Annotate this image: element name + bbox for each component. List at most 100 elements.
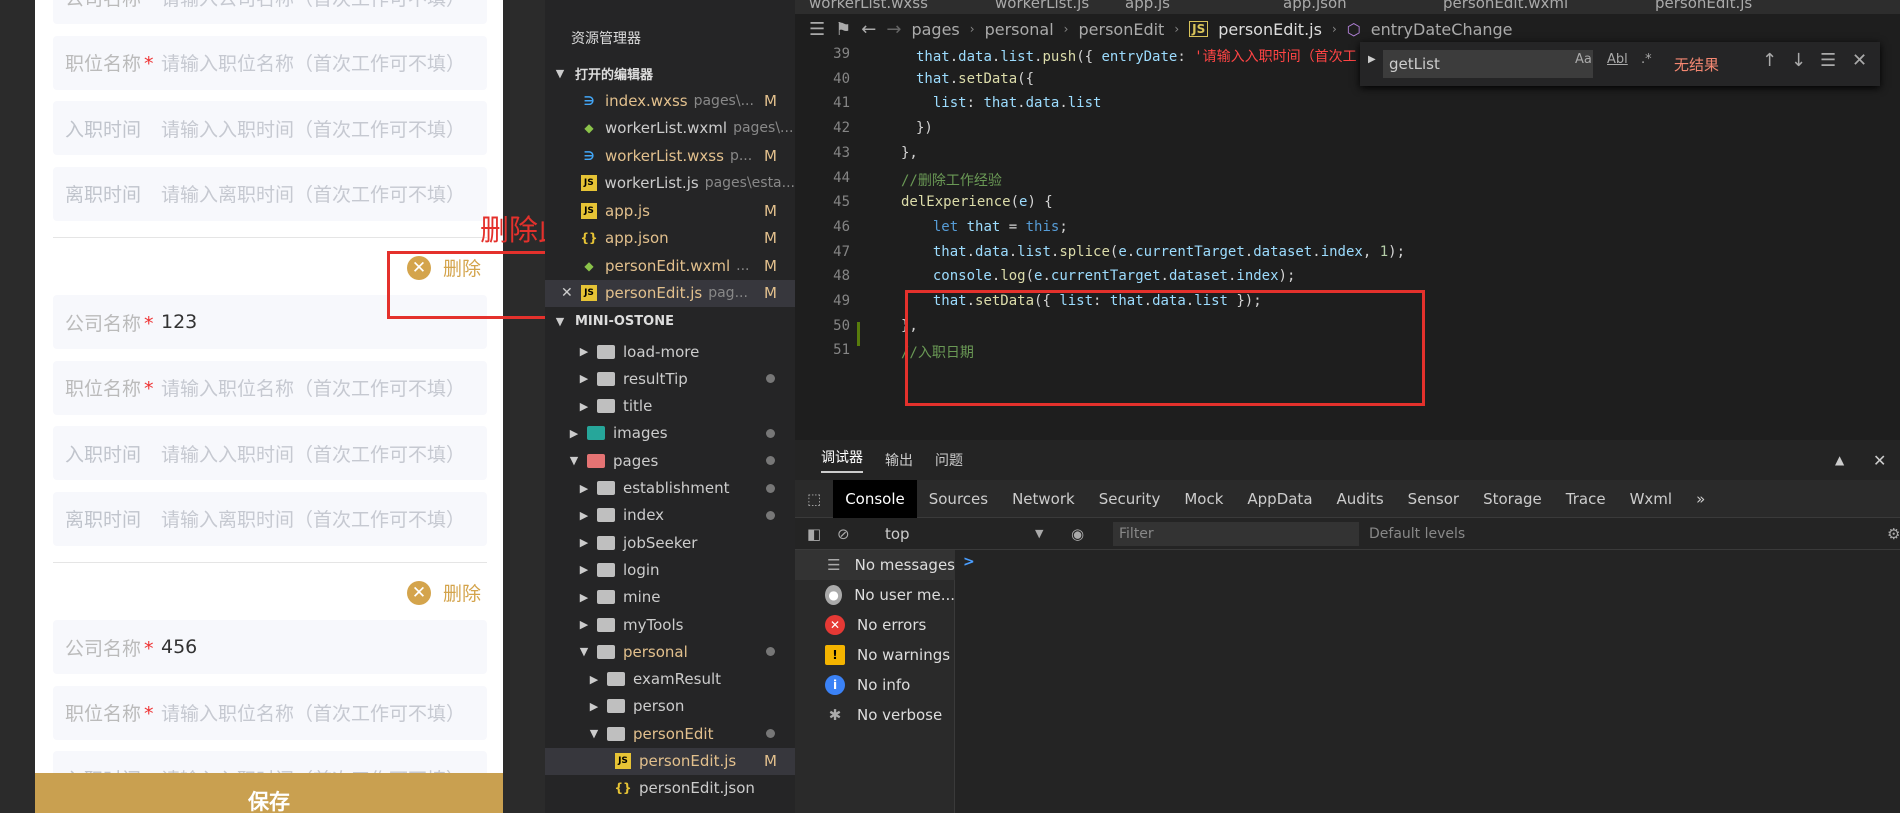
form-row[interactable]: 入职时间请输入入职时间（首次工作可不填） bbox=[53, 426, 487, 480]
next-match-icon[interactable]: ↓ bbox=[1791, 50, 1806, 71]
tab-output[interactable]: 输出 bbox=[885, 450, 913, 470]
chevron-icon[interactable]: ▶ bbox=[587, 700, 601, 713]
panel-tab-console[interactable]: Console bbox=[833, 479, 917, 518]
chevron-icon[interactable]: ▶ bbox=[587, 673, 601, 686]
code-line[interactable]: list: that.data.list bbox=[916, 95, 1102, 111]
previous-match-icon[interactable]: ↑ bbox=[1762, 50, 1777, 71]
field-input[interactable]: 请输入离职时间（首次工作可不填） bbox=[161, 505, 465, 532]
editor-tab[interactable]: personEdit.wxml bbox=[1443, 0, 1568, 12]
field-input[interactable]: 456 bbox=[161, 636, 197, 658]
form-row[interactable]: 离职时间 请输入离职时间（首次工作可不填） bbox=[53, 166, 487, 221]
panel-tab-appdata[interactable]: AppData bbox=[1235, 480, 1324, 518]
form-row[interactable]: 职位名称 * 请输入职位名称（首次工作可不填） bbox=[53, 35, 487, 90]
panel-tab-mock[interactable]: Mock bbox=[1172, 480, 1235, 518]
tree-item[interactable]: JS personEdit.js M bbox=[545, 747, 795, 775]
panel-tab-network[interactable]: Network bbox=[1000, 480, 1087, 518]
code-line[interactable]: }) bbox=[916, 120, 933, 136]
console-prompt[interactable]: > bbox=[963, 554, 975, 570]
chevron-icon[interactable]: ▶ bbox=[577, 591, 591, 604]
panel-tab-storage[interactable]: Storage bbox=[1471, 480, 1554, 518]
tree-item[interactable]: ▶ myTools bbox=[545, 611, 795, 638]
levels-select[interactable]: Default levels bbox=[1369, 526, 1465, 542]
form-row[interactable]: 公司名称 * 456 bbox=[53, 620, 487, 674]
expand-replace-icon[interactable]: ▶ bbox=[1368, 54, 1376, 65]
editor-tab[interactable]: personEdit.js bbox=[1655, 0, 1752, 12]
tree-item[interactable]: ▼ pages bbox=[545, 447, 795, 474]
more-tabs-icon[interactable]: » bbox=[1684, 480, 1717, 518]
panel-tab-security[interactable]: Security bbox=[1087, 480, 1173, 518]
field-input[interactable]: 请输入入职时间（首次工作可不填） bbox=[161, 115, 465, 142]
code-line[interactable]: that.data.list.push({ entryDate: '请输入入职时… bbox=[916, 46, 1357, 66]
tree-item[interactable]: {} personEdit.json bbox=[545, 775, 795, 802]
back-icon[interactable]: ← bbox=[861, 19, 876, 40]
panel-tab-trace[interactable]: Trace bbox=[1554, 480, 1618, 518]
form-row[interactable]: 职位名称 * 请输入职位名称（首次工作可不填） bbox=[53, 360, 487, 415]
chevron-icon[interactable]: ▶ bbox=[577, 345, 591, 358]
inspect-icon[interactable]: ⬚ bbox=[795, 480, 833, 518]
code-line[interactable]: }, bbox=[901, 145, 918, 161]
context-select[interactable]: top bbox=[885, 525, 910, 543]
field-input[interactable]: 请输入入职时间（首次工作可不填） bbox=[161, 440, 465, 467]
clear-console-icon[interactable]: ⊘ bbox=[837, 525, 850, 543]
field-input[interactable]: 请输入职位名称（首次工作可不填） bbox=[161, 49, 465, 76]
chevron-icon[interactable]: ▶ bbox=[577, 400, 591, 413]
filter-input[interactable]: Filter bbox=[1113, 522, 1359, 546]
console-filter-item[interactable]: ✕ No errors bbox=[795, 610, 955, 640]
maximize-icon[interactable]: ▲ bbox=[1835, 453, 1844, 467]
code-line[interactable]: console.log(e.currentTarget.dataset.inde… bbox=[916, 268, 1296, 284]
panel-tab-audits[interactable]: Audits bbox=[1325, 480, 1396, 518]
chevron-icon[interactable]: ▶ bbox=[567, 427, 581, 440]
open-editor-item[interactable]: ✕ JS personEdit.js pag... M bbox=[545, 279, 795, 307]
whole-word-toggle[interactable]: Abl bbox=[1607, 52, 1628, 67]
tree-item[interactable]: ▶ resultTip bbox=[545, 365, 795, 392]
console-filter-item[interactable]: ! No warnings bbox=[795, 640, 955, 670]
chevron-icon[interactable]: ▶ bbox=[577, 563, 591, 576]
chevron-icon[interactable]: ▼ bbox=[567, 454, 581, 467]
chevron-down-icon[interactable]: ▼ bbox=[1035, 527, 1043, 540]
editor-tab[interactable]: workerList.js bbox=[995, 0, 1089, 12]
tree-item[interactable]: ▶ login bbox=[545, 556, 795, 583]
eye-icon[interactable]: ◉ bbox=[1071, 525, 1084, 543]
tree-item[interactable]: ▼ personal bbox=[545, 638, 795, 665]
panel-tab-sources[interactable]: Sources bbox=[917, 480, 1000, 518]
panel-tab-wxml[interactable]: Wxml bbox=[1618, 480, 1685, 518]
form-row[interactable]: 职位名称 * 请输入职位名称（首次工作可不填） bbox=[53, 685, 487, 740]
breadcrumb-personEdit[interactable]: personEdit bbox=[1078, 20, 1164, 39]
regex-toggle[interactable]: .* bbox=[1641, 52, 1652, 67]
settings-gear-icon[interactable]: ⚙ bbox=[1887, 525, 1900, 543]
open-editor-item[interactable]: JS app.js M bbox=[545, 197, 795, 224]
breadcrumb-file[interactable]: personEdit.js bbox=[1218, 20, 1322, 39]
console-filter-item[interactable]: ✱ No verbose bbox=[795, 700, 955, 730]
tree-item[interactable]: ▶ load-more bbox=[545, 338, 795, 365]
tree-item[interactable]: ▶ examResult bbox=[545, 666, 795, 693]
list-icon[interactable]: ☰ bbox=[809, 19, 825, 40]
code-line[interactable]: that.data.list.splice(e.currentTarget.da… bbox=[916, 244, 1405, 260]
find-input[interactable]: getList bbox=[1383, 50, 1593, 78]
console-filter-item[interactable]: ● No user me... bbox=[795, 580, 955, 610]
sidebar-toggle-icon[interactable]: ◧ bbox=[807, 525, 821, 543]
field-input[interactable]: 请输入公司名称（首次工作可不填） bbox=[161, 0, 465, 11]
tab-problems[interactable]: 问题 bbox=[935, 450, 963, 470]
tree-item[interactable]: ▶ establishment bbox=[545, 475, 795, 502]
delete-button[interactable]: ✕ 删除 bbox=[407, 579, 481, 606]
open-editor-item[interactable]: ◆ workerList.wxml pages\... bbox=[545, 115, 795, 142]
code-line[interactable]: that.setData({ bbox=[916, 71, 1034, 87]
tree-item[interactable]: ▼ personEdit bbox=[545, 720, 795, 747]
chevron-icon[interactable]: ▶ bbox=[577, 509, 591, 522]
chevron-icon[interactable]: ▼ bbox=[587, 727, 601, 740]
open-editor-item[interactable]: {} app.json M bbox=[545, 225, 795, 252]
chevron-icon[interactable]: ▶ bbox=[577, 372, 591, 385]
tree-item[interactable]: ▶ jobSeeker bbox=[545, 529, 795, 556]
panel-tab-sensor[interactable]: Sensor bbox=[1396, 480, 1471, 518]
open-editor-item[interactable]: JS workerList.js pages\esta... bbox=[545, 170, 795, 197]
field-input[interactable]: 请输入职位名称（首次工作可不填） bbox=[161, 699, 465, 726]
breadcrumb-pages[interactable]: pages bbox=[911, 20, 959, 39]
forward-icon[interactable]: → bbox=[886, 19, 901, 40]
tree-item[interactable]: ▶ index bbox=[545, 502, 795, 529]
tree-item[interactable]: ▶ person bbox=[545, 693, 795, 720]
chevron-icon[interactable]: ▼ bbox=[577, 645, 591, 658]
editor-tab[interactable]: app.js bbox=[1125, 0, 1170, 12]
chevron-icon[interactable]: ▶ bbox=[577, 618, 591, 631]
field-input[interactable]: 请输入职位名称（首次工作可不填） bbox=[161, 374, 465, 401]
breadcrumb-symbol[interactable]: entryDateChange bbox=[1371, 20, 1513, 39]
